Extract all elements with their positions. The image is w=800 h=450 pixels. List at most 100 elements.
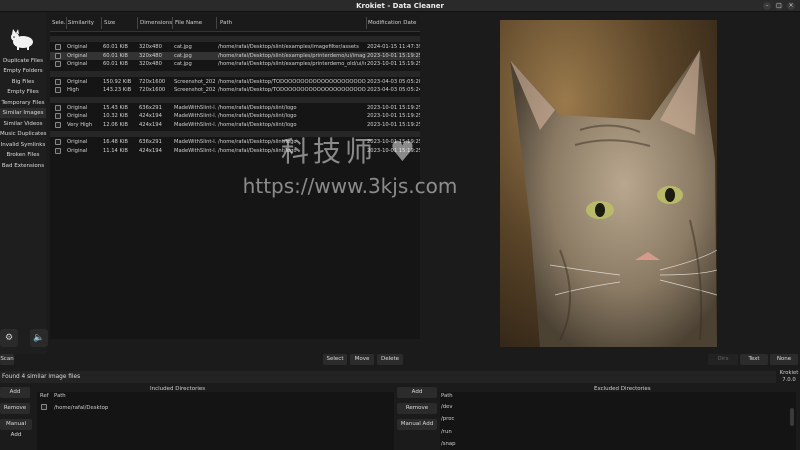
preview-dirs-button[interactable]: Dirs [708, 354, 738, 365]
included-remove-button[interactable]: Remove [0, 403, 30, 414]
cell-dim: 320x480 [139, 61, 162, 67]
cell-name: Screenshot_202... [174, 78, 216, 85]
sidebar-item-broken-files[interactable]: Broken Files [0, 150, 46, 160]
excluded-path-row[interactable]: /dev [441, 404, 453, 410]
excluded-path-row[interactable]: /run [441, 429, 452, 435]
sidebar-item-similar-videos[interactable]: Similar Videos [0, 119, 46, 129]
included-add-button[interactable]: Add [0, 387, 30, 398]
cell-similarity: Original [67, 104, 88, 111]
included-directories: Add Remove Manual Add Included Directori… [0, 385, 396, 450]
table-row[interactable]: Original 15.43 KiB 636x291 MadeWithSlint-l.… [50, 104, 420, 112]
row-select-checkbox[interactable] [55, 139, 61, 145]
row-select-checkbox[interactable] [55, 87, 61, 93]
cell-name: MadeWithSlint-l... [174, 121, 216, 128]
maximize-icon[interactable]: □ [775, 2, 783, 10]
cell-dim: 720x1600 [139, 78, 166, 85]
minimize-icon[interactable]: – [763, 2, 771, 10]
excluded-manual-add-button[interactable]: Manual Add [397, 419, 437, 430]
cell-date: 2023-10-01 15:19:25 [367, 121, 420, 128]
sidebar-item-empty-folders[interactable]: Empty Folders [0, 66, 46, 76]
included-col-ref: Ref [40, 393, 49, 399]
sidebar-item-duplicate-files[interactable]: Duplicate Files [0, 56, 46, 66]
cell-name: cat.jpg [174, 61, 192, 67]
sidebar-item-music-duplicates[interactable]: Music Duplicates [0, 129, 46, 139]
included-path-row[interactable]: /home/rafal/Desktop [54, 405, 108, 411]
gear-icon[interactable]: ⚙ [0, 329, 18, 347]
row-select-checkbox[interactable] [55, 121, 61, 128]
sidebar-item-invalid-symlinks[interactable]: Invalid Symlinks [0, 140, 46, 150]
close-icon[interactable]: × [787, 2, 795, 10]
cell-similarity: Original [67, 61, 88, 67]
excluded-add-button[interactable]: Add [397, 387, 437, 398]
scan-button[interactable]: Scan [0, 354, 14, 365]
krokiet-logo [11, 29, 33, 50]
cell-size: 12.06 KiB [103, 121, 128, 128]
cell-size: 11.14 KiB [103, 147, 128, 154]
col-modification-date[interactable]: Modification Date [368, 20, 416, 26]
included-manual-add-button[interactable]: Manual Add [0, 419, 32, 438]
move-button[interactable]: Move [350, 354, 374, 365]
table-row[interactable]: Very High 12.06 KiB 424x194 MadeWithSlint-l… [50, 121, 420, 129]
cell-path: /home/rafal/Desktop/slint/examples/print… [218, 61, 366, 67]
sound-icon[interactable]: 🔈 [30, 329, 48, 347]
cell-name: cat.jpg [174, 44, 192, 50]
col-size[interactable]: Size [104, 20, 115, 26]
sidebar: Duplicate Files Empty Folders Big Files Emp… [0, 12, 48, 354]
status-text: Found 4 similar image files [2, 374, 81, 380]
col-path[interactable]: Path [220, 20, 232, 26]
row-select-checkbox[interactable] [55, 61, 61, 67]
excluded-path-row[interactable]: /snap [441, 441, 456, 447]
row-select-checkbox[interactable] [55, 52, 61, 59]
sidebar-item-big-files[interactable]: Big Files [0, 77, 46, 87]
status-bar: Found 4 similar image files [0, 371, 776, 383]
row-select-checkbox[interactable] [55, 113, 61, 119]
sidebar-item-temporary-files[interactable]: Temporary Files [0, 98, 46, 108]
row-select-checkbox[interactable] [55, 44, 61, 50]
cell-date: 2023-10-01 15:19:25 [367, 113, 420, 119]
cell-name: cat.jpg [174, 52, 192, 59]
select-button[interactable]: Select [323, 354, 347, 365]
table-header: Sele... Similarity Size Dimensions File … [50, 14, 420, 32]
cell-size: 16.48 KiB [103, 139, 128, 145]
excluded-scrollbar[interactable] [790, 408, 794, 426]
excluded-remove-button[interactable]: Remove [397, 403, 437, 414]
excluded-list: Path /dev /proc /run /snap [440, 392, 796, 450]
row-select-checkbox[interactable] [55, 147, 61, 154]
cell-date: 2023-10-01 15:19:25 [367, 104, 420, 111]
cell-dim: 320x480 [139, 44, 162, 50]
excluded-path-row[interactable]: /proc [441, 416, 454, 422]
table-row[interactable]: Original 150.92 KiB 720x1600 Screenshot_202… [50, 78, 420, 86]
delete-button[interactable]: Delete [377, 354, 403, 365]
table-row[interactable]: Original 60.01 KiB 320x480 cat.jpg/home/raf… [50, 43, 420, 51]
sidebar-item-empty-files[interactable]: Empty Files [0, 87, 46, 97]
preview-text-button[interactable]: Text [740, 354, 768, 365]
cell-dim: 720x1600 [139, 87, 166, 93]
row-select-checkbox[interactable] [55, 78, 61, 85]
table-row[interactable]: Original 10.32 KiB 424x194 MadeWithSlint-l.… [50, 112, 420, 120]
cell-date: 2023-04-03 05:05:24 [367, 87, 420, 93]
cell-similarity: Original [67, 44, 88, 50]
watermark-url: https://www.3kjs.com [242, 174, 458, 198]
sidebar-item-similar-images[interactable]: Similar Images [0, 108, 46, 118]
cell-size: 60.01 KiB [103, 44, 128, 50]
cell-date: 2023-10-01 15:19:25 [367, 52, 420, 59]
cell-similarity: Very High [67, 121, 93, 128]
col-dimensions[interactable]: Dimensions [140, 20, 172, 26]
cell-date: 2023-10-01 15:19:25 [367, 61, 420, 67]
cell-similarity: Original [67, 113, 88, 119]
table-row[interactable]: Original 60.01 KiB 320x480 cat.jpg/home/raf… [50, 51, 420, 60]
cell-dim: 424x194 [139, 121, 162, 128]
preview-none-button[interactable]: None [770, 354, 798, 365]
app-version: 7.0.0 [782, 377, 796, 383]
cell-similarity: High [67, 87, 79, 93]
cell-path: /home/rafal/Desktop/TODOOOOOOOOOOOOOOOOO… [218, 87, 366, 93]
included-ref-checkbox[interactable] [41, 404, 47, 410]
table-row[interactable]: High 143.23 KiB 720x1600 Screenshot_202... /… [50, 86, 420, 94]
group-header [50, 70, 420, 77]
sidebar-item-bad-extensions[interactable]: Bad Extensions [0, 161, 46, 171]
col-file-name[interactable]: File Name [175, 20, 202, 26]
cell-name: MadeWithSlint-l... [174, 104, 216, 111]
table-row[interactable]: Original 60.01 KiB 320x480 cat.jpg/home/raf… [50, 60, 420, 68]
row-select-checkbox[interactable] [55, 104, 61, 111]
col-similarity[interactable]: Similarity [68, 20, 94, 26]
